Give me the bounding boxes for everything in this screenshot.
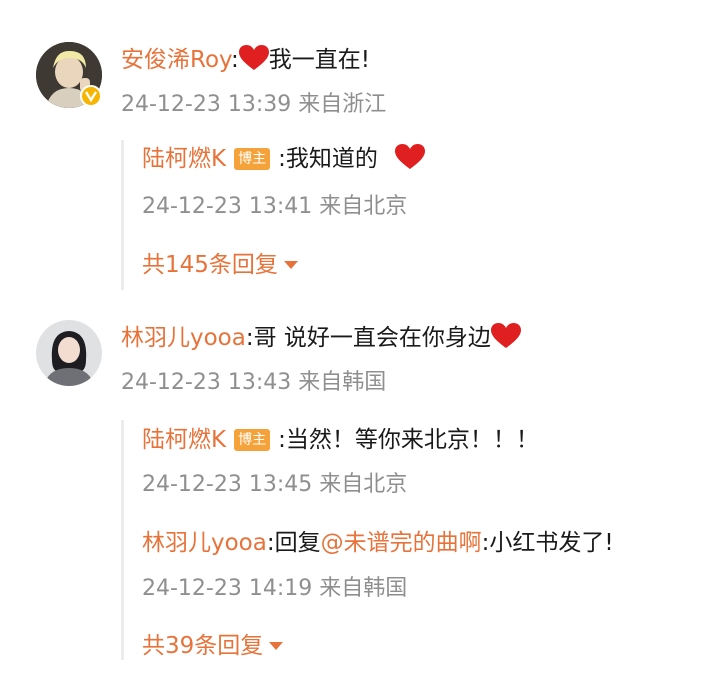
reply-meta: 24-12-23 13:45 来自北京 (142, 472, 408, 497)
heart-icon (395, 144, 426, 169)
reply-text: 当然！等你来北京！！！ (285, 427, 539, 453)
comment-text: 我一直在! (268, 47, 370, 73)
comment-author[interactable]: 安俊浠Roy (121, 47, 231, 73)
expand-replies-button[interactable]: 共145条回复 (142, 250, 298, 280)
reply-text: 我知道的 (285, 146, 378, 172)
comment-line: 林羽儿yooa:哥 说好一直会在你身边 (121, 323, 521, 353)
mention-link[interactable]: @未谱完的曲啊 (321, 530, 482, 556)
user-avatar-girl-icon (36, 320, 102, 386)
reply-meta: 24-12-23 13:41 来自北京 (142, 194, 408, 219)
reply-line: 陆柯燃K 博主:我知道的 (142, 144, 426, 174)
author-badge: 博主 (234, 429, 271, 451)
reply-line: 陆柯燃K 博主:当然！等你来北京！！！ (142, 427, 539, 453)
author-badge: 博主 (234, 148, 271, 170)
reply-author[interactable]: 陆柯燃K (142, 427, 226, 453)
reply-author[interactable]: 陆柯燃K (142, 146, 226, 172)
reply-author[interactable]: 林羽儿yooa (142, 530, 267, 556)
comment-meta: 24-12-23 13:43 来自韩国 (121, 370, 387, 395)
comment-line: 安俊浠Roy: 我一直在! (121, 45, 370, 73)
heart-icon (490, 323, 521, 348)
expand-replies-button[interactable]: 共39条回复 (142, 631, 284, 661)
comment-author[interactable]: 林羽儿yooa (121, 325, 246, 351)
verified-badge-icon (80, 85, 102, 107)
reply-text: 小红书发了! (489, 530, 614, 556)
reply-line: 林羽儿yooa:回复@未谱完的曲啊:小红书发了! (142, 530, 614, 556)
comment-text: 哥 说好一直会在你身边 (253, 325, 491, 351)
avatar[interactable] (36, 320, 102, 386)
reply-meta: 24-12-23 14:19 来自韩国 (142, 576, 408, 601)
comment-meta: 24-12-23 13:39 来自浙江 (121, 92, 387, 117)
reply-thread: 陆柯燃K 博主:我知道的 24-12-23 13:41 来自北京 共145条回复 (121, 140, 714, 290)
caret-down-icon (269, 642, 284, 650)
caret-down-icon (283, 261, 298, 269)
reply-thread: 陆柯燃K 博主:当然！等你来北京！！！ 24-12-23 13:45 来自北京 林… (121, 420, 714, 660)
heart-icon (238, 45, 269, 70)
